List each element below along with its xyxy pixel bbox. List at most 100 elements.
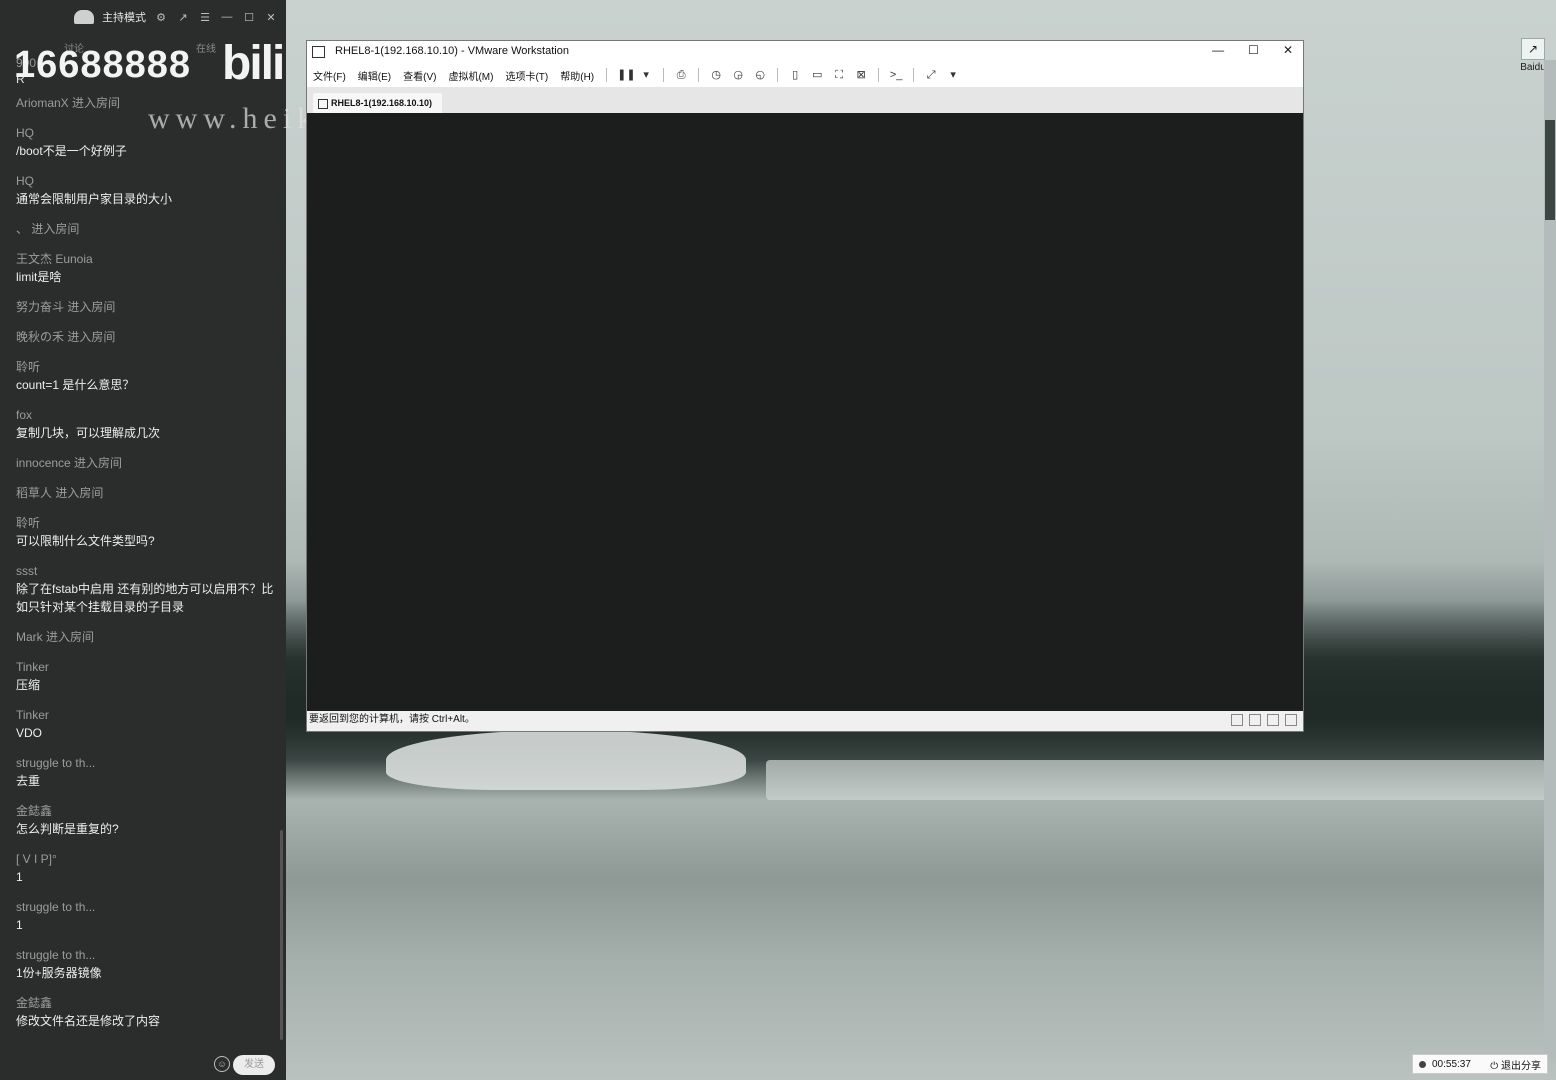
emoji-icon[interactable]: ☺: [214, 1056, 230, 1072]
dropdown-arrow-icon[interactable]: ▾: [946, 69, 960, 81]
network-icon[interactable]: [1267, 714, 1279, 726]
maximize-icon[interactable]: ☐: [242, 10, 256, 24]
chat-message: 稻草人 进入房间: [16, 484, 278, 502]
chat-username[interactable]: struggle to th...: [16, 946, 278, 964]
snapshot-manager-icon[interactable]: ◵: [753, 69, 767, 81]
library-view-icon[interactable]: ▯: [788, 69, 802, 81]
chat-message-text: 可以限制什么文件类型吗?: [16, 534, 155, 548]
snapshot-icon[interactable]: ◷: [709, 69, 723, 81]
desktop-scrollbar-thumb[interactable]: [1545, 120, 1555, 220]
chat-username[interactable]: HQ: [16, 172, 278, 190]
full-screen-icon[interactable]: ⛶: [832, 69, 846, 81]
dropdown-arrow-icon[interactable]: ▾: [639, 69, 653, 81]
chat-username[interactable]: Mark 进入房间: [16, 628, 278, 646]
snapshot-restore-icon[interactable]: ◶: [731, 69, 745, 81]
wallpaper-lake: [766, 760, 1546, 800]
chat-message: 、 进入房间: [16, 220, 278, 238]
chat-username[interactable]: 努力奋斗 进入房间: [16, 298, 278, 316]
close-icon[interactable]: ✕: [264, 10, 278, 24]
toolbar-separator: [663, 68, 665, 82]
vm-console-screen[interactable]: [307, 113, 1303, 711]
minimize-icon[interactable]: —: [220, 10, 234, 24]
vmware-app-icon: [312, 46, 325, 58]
host-mode-label: 主持模式: [102, 12, 146, 24]
chat-username[interactable]: struggle to th...: [16, 754, 278, 772]
vmware-titlebar[interactable]: RHEL8-1(192.168.10.10) - VMware Workstat…: [307, 41, 1303, 63]
thumbnail-bar-icon[interactable]: ▭: [810, 69, 824, 81]
chat-message: 金鋕鑫 怎么判断是重复的?: [16, 802, 278, 838]
desktop-scrollbar[interactable]: [1544, 60, 1556, 1060]
menu-view[interactable]: 查看(V): [397, 68, 442, 83]
chat-username[interactable]: 晚秋の禾 进入房间: [16, 328, 278, 346]
menu-vm[interactable]: 虚拟机(M): [442, 68, 499, 83]
message-icon[interactable]: [1285, 714, 1297, 726]
settings-icon[interactable]: ⚙: [154, 10, 168, 24]
chat-username[interactable]: 王文杰 Eunoia: [16, 250, 278, 268]
toolbar-separator: [777, 68, 779, 82]
chat-message-text: limit是啥: [16, 270, 62, 284]
status-message: 要返回到您的计算机，请按 Ctrl+Alt。: [309, 714, 475, 725]
chat-username[interactable]: innocence 进入房间: [16, 454, 278, 472]
window-title: RHEL8-1(192.168.10.10) - VMware Workstat…: [335, 45, 569, 57]
hdd-icon[interactable]: [1231, 714, 1243, 726]
menu-tabs[interactable]: 选项卡(T): [499, 68, 554, 83]
chat-message: struggle to th... 去重: [16, 754, 278, 790]
chat-username[interactable]: ssst: [16, 562, 278, 580]
chat-message: struggle to th... 1份+服务器镜像: [16, 946, 278, 982]
chat-message: Tinker VDO: [16, 706, 278, 742]
menu-edit[interactable]: 编辑(E): [352, 68, 397, 83]
chat-username[interactable]: Tinker: [16, 706, 278, 724]
overlay-number: 16688888: [14, 44, 192, 86]
send-button[interactable]: 发送: [233, 1055, 275, 1075]
tab-rhel8-vm[interactable]: RHEL8-1(192.168.10.10): [313, 93, 443, 113]
chat-message: Mark 进入房间: [16, 628, 278, 646]
chat-scrollbar[interactable]: [280, 830, 283, 1040]
window-maximize-button[interactable]: ☐: [1248, 43, 1259, 57]
pause-icon[interactable]: ❚❚: [617, 69, 635, 81]
device-icons: [1231, 714, 1297, 726]
chat-username[interactable]: 金鋕鑫: [16, 994, 278, 1012]
tab-online[interactable]: 在线: [196, 40, 216, 55]
stretch-icon[interactable]: ⤢: [924, 69, 938, 81]
chat-username[interactable]: struggle to th...: [16, 898, 278, 916]
unity-icon[interactable]: ⊠: [854, 69, 868, 81]
window-minimize-button[interactable]: —: [1212, 43, 1224, 57]
stop-share-button[interactable]: ⏻ 退出分享: [1490, 1057, 1541, 1072]
chat-message-text: count=1 是什么意思？: [16, 378, 135, 392]
menu-help[interactable]: 帮助(H): [554, 68, 600, 83]
chat-input-bar: ☺ 发送: [0, 1050, 286, 1080]
chat-message-text: VDO: [16, 726, 43, 740]
menu-file[interactable]: 文件(F): [307, 68, 352, 83]
chat-message: fox 复制几块，可以理解成几次: [16, 406, 278, 442]
vmware-statusbar: 要返回到您的计算机，请按 Ctrl+Alt。: [307, 711, 1303, 729]
chat-message-text: 1: [16, 918, 23, 932]
chat-username[interactable]: 聆听: [16, 514, 278, 532]
bilibili-logo-overlay: bilil: [222, 37, 286, 90]
console-icon[interactable]: >_: [889, 69, 903, 81]
wallpaper-snow-rock: [386, 730, 746, 790]
cd-icon[interactable]: [1249, 714, 1261, 726]
toolbar-separator: [606, 68, 608, 82]
chat-username[interactable]: 、 进入房间: [16, 220, 278, 238]
menu-icon[interactable]: ☰: [198, 10, 212, 24]
chat-username[interactable]: 金鋕鑫: [16, 802, 278, 820]
chat-message: 晚秋の禾 进入房间: [16, 328, 278, 346]
chat-message-text: 修改文件名还是修改了内容: [16, 1014, 161, 1028]
toolbar-separator: [913, 68, 915, 82]
chat-username[interactable]: 稻草人 进入房间: [16, 484, 278, 502]
chat-username[interactable]: [ V I P]°: [16, 850, 278, 868]
chat-message: innocence 进入房间: [16, 454, 278, 472]
chat-message-text: 1: [16, 870, 23, 884]
live-chat-panel: 主持模式 ⚙ ↗ ☰ — ☐ ✕ 讨论 在线 900 R 16688888 bi…: [0, 0, 286, 1080]
chat-username[interactable]: fox: [16, 406, 278, 424]
chat-username[interactable]: 聆听: [16, 358, 278, 376]
chat-message: Tinker 压缩: [16, 658, 278, 694]
window-close-button[interactable]: ✕: [1283, 43, 1293, 57]
chat-message: 金鋕鑫修改文件名还是修改了内容: [16, 994, 278, 1030]
chat-message-list: AriomanX 进入房间 HQ/boot不是一个好例子 HQ 通常会限制用户家目录的…: [16, 94, 278, 1042]
chat-username[interactable]: Tinker: [16, 658, 278, 676]
popout-icon[interactable]: ↗: [176, 10, 190, 24]
chat-message-text: 除了在fstab中启用 还有别的地方可以启用不？比如只针对某个挂载目录的子目录: [16, 582, 274, 614]
send-ctrl-alt-del-icon[interactable]: ⎙: [674, 69, 688, 81]
chat-message-text: 去重: [16, 774, 41, 788]
